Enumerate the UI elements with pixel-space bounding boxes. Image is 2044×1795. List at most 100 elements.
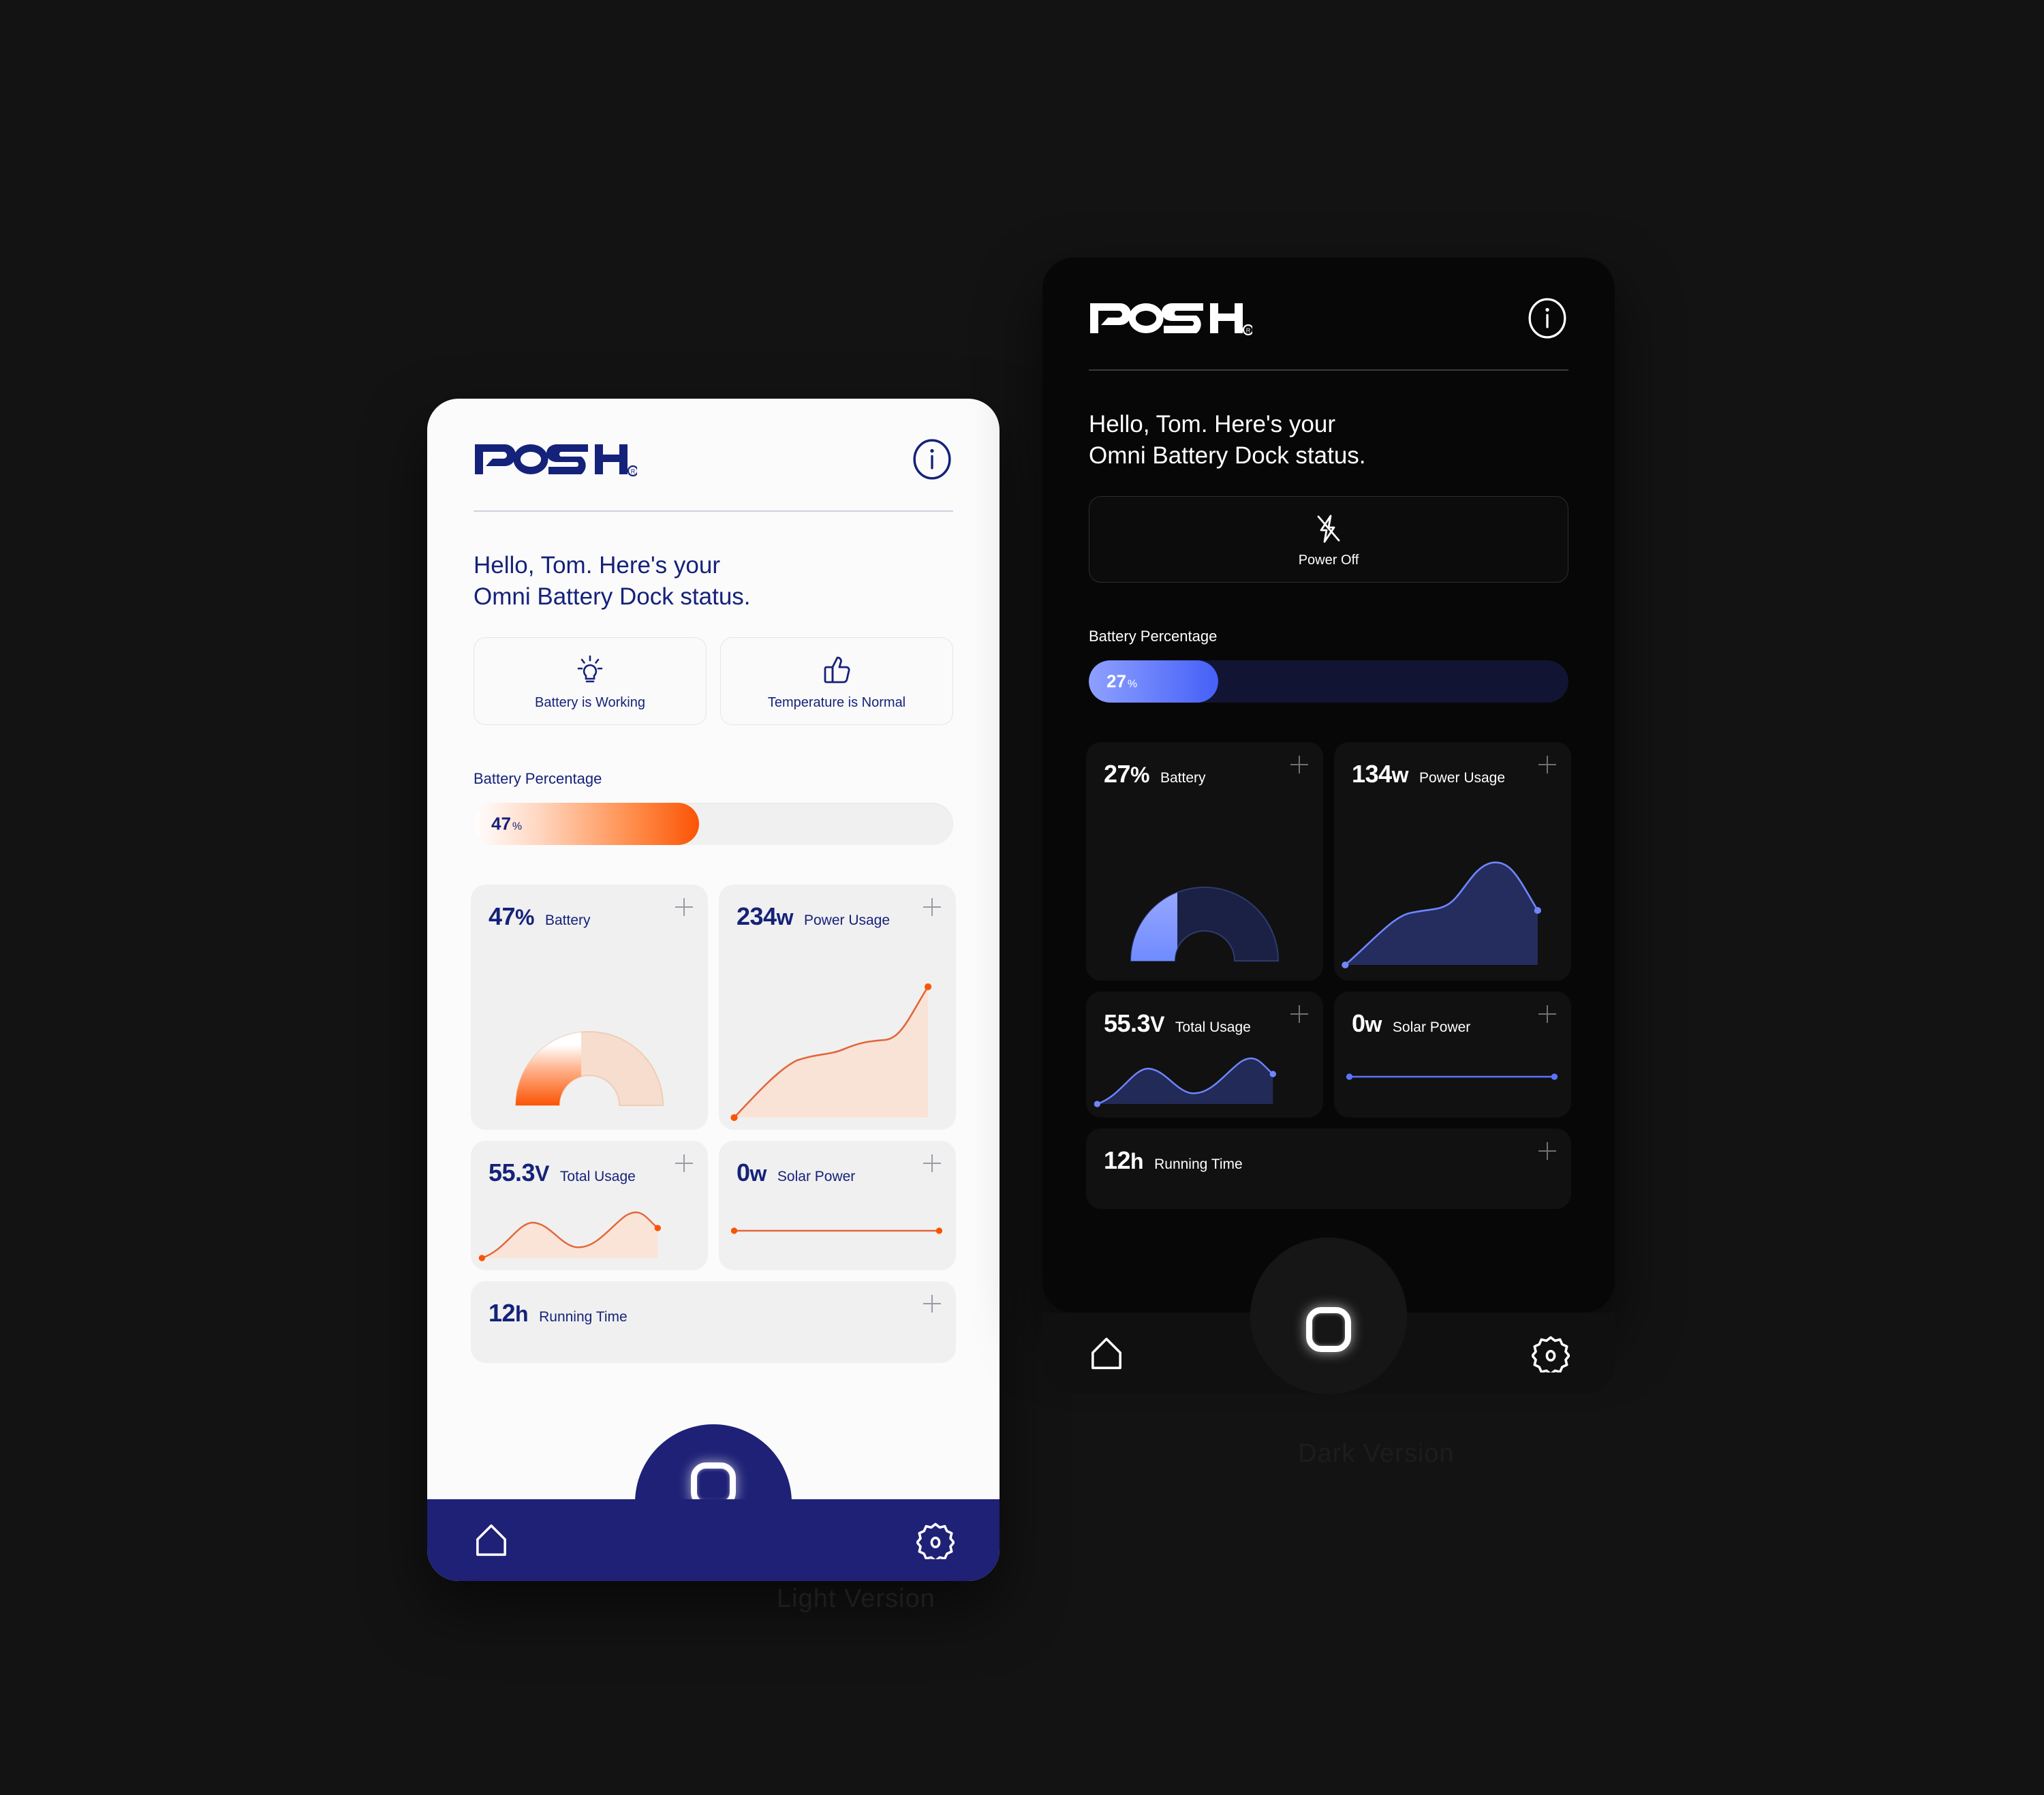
metric-card-solar-power[interactable]: 0w Solar Power [1334, 992, 1571, 1118]
battery-percentage-bar[interactable]: 47% [474, 803, 953, 846]
metric-card-row: 27% Battery 134w Power Usage [1086, 742, 1571, 981]
add-widget-button[interactable] [923, 898, 941, 917]
power-usage-area-chart [1342, 861, 1541, 969]
svg-text:R: R [631, 468, 636, 475]
status-chip-temperature-label: Temperature is Normal [767, 695, 906, 711]
add-widget-button[interactable] [923, 1295, 941, 1313]
metric-card-label: Power Usage [1419, 770, 1506, 786]
metric-card-header: 234w Power Usage [719, 885, 956, 931]
add-widget-button[interactable] [923, 1154, 941, 1173]
caption-dark-version: Dark Version [1298, 1439, 1455, 1468]
add-widget-button[interactable] [675, 1154, 693, 1173]
status-chip-temperature[interactable]: Temperature is Normal [720, 637, 953, 726]
canvas: R Hello, Tom. Here's your Omni Battery D… [0, 0, 2044, 1795]
metric-card-label: Power Usage [803, 912, 891, 929]
metric-card-header: 0w Solar Power [719, 1141, 956, 1187]
metric-card-value: 234w [737, 902, 793, 931]
bottom-nav-bar [427, 1499, 1000, 1581]
metric-card-label: Solar Power [1392, 1019, 1471, 1036]
header-divider [1089, 369, 1568, 371]
dark-nav-icons [1042, 1313, 1615, 1394]
metric-card-header: 27% Battery [1086, 742, 1323, 788]
metric-card-header: 55.3V Total Usage [1086, 992, 1323, 1038]
add-widget-button[interactable] [1290, 756, 1308, 774]
status-chip-battery[interactable]: Battery is Working [474, 637, 707, 726]
metric-card-value: 12h [1104, 1146, 1144, 1175]
thumbs-up-icon [824, 656, 850, 684]
add-widget-button[interactable] [1538, 1142, 1556, 1161]
greeting-text: Hello, Tom. Here's your Omni Battery Doc… [474, 552, 751, 611]
status-chip-row: Battery is Working Temperature is Normal [474, 637, 953, 726]
battery-percentage-value: 47% [491, 813, 523, 834]
dark-screen: R Hello, Tom. Here's your Omni Battery D… [1042, 258, 1615, 1313]
metric-card-label: Battery [1160, 770, 1206, 786]
gear-icon[interactable] [1532, 1334, 1570, 1372]
metric-card-label: Battery [545, 912, 591, 929]
home-icon[interactable] [1087, 1334, 1126, 1372]
total-usage-area-chart [478, 1212, 662, 1261]
info-icon[interactable] [911, 438, 953, 480]
metric-card-power-usage[interactable]: 234w Power Usage [719, 885, 956, 1131]
metric-card-running-time[interactable]: 12h Running Time [471, 1281, 956, 1364]
battery-percentage-value: 27% [1106, 671, 1138, 692]
metric-card-running-time[interactable]: 12h Running Time [1086, 1129, 1571, 1210]
gear-icon[interactable] [916, 1521, 955, 1559]
metric-card-label: Total Usage [559, 1169, 636, 1185]
battery-percentage-title: Battery Percentage [1089, 628, 1218, 645]
metric-card-value: 55.3V [1104, 1009, 1164, 1038]
power-usage-area-chart [730, 983, 932, 1122]
light-metric-cards: 47% Battery 234w Power Usage 55.3V Total… [471, 885, 956, 1364]
metric-card-battery[interactable]: 27% Battery [1086, 742, 1323, 981]
metric-card-value: 0w [1352, 1009, 1382, 1038]
metric-card-value: 134w [1352, 760, 1408, 788]
metric-card-total-usage[interactable]: 55.3V Total Usage [1086, 992, 1323, 1118]
battery-gauge-chart [1130, 887, 1280, 962]
dark-metric-cards: 27% Battery 134w Power Usage 55.3V Total… [1086, 742, 1571, 1210]
dark-bottom-nav-bar [1042, 1238, 1615, 1394]
power-off-button[interactable]: Power Off [1089, 496, 1568, 583]
metric-card-value: 0w [737, 1159, 766, 1187]
add-widget-button[interactable] [1538, 756, 1556, 774]
metric-card-label: Running Time [1154, 1156, 1243, 1173]
metric-card-row: 47% Battery 234w Power Usage [471, 885, 956, 1131]
metric-card-power-usage[interactable]: 134w Power Usage [1334, 742, 1571, 981]
add-widget-button[interactable] [1290, 1005, 1308, 1024]
caption-light-version: Light Version [777, 1584, 935, 1613]
metric-card-value: 55.3V [489, 1159, 549, 1187]
flash-off-icon [1317, 515, 1340, 543]
metric-card-header: 12h Running Time [1086, 1129, 1571, 1175]
metric-card-label: Running Time [539, 1309, 628, 1325]
total-usage-area-chart [1094, 1058, 1277, 1107]
light-app-header: R [427, 399, 1000, 480]
metric-card-header: 12h Running Time [471, 1281, 956, 1328]
metric-card-solar-power[interactable]: 0w Solar Power [719, 1141, 956, 1271]
metric-card-total-usage[interactable]: 55.3V Total Usage [471, 1141, 708, 1271]
posh-logo: R [1090, 303, 1252, 336]
greeting-text: Hello, Tom. Here's your Omni Battery Doc… [1089, 411, 1366, 470]
status-chip-battery-label: Battery is Working [535, 695, 645, 711]
metric-card-header: 0w Solar Power [1334, 992, 1571, 1038]
home-icon[interactable] [472, 1521, 510, 1559]
svg-text:R: R [1246, 327, 1251, 334]
posh-logo: R [475, 444, 637, 477]
battery-gauge-chart [515, 1031, 664, 1107]
battery-percentage-title: Battery Percentage [474, 770, 602, 788]
power-off-label: Power Off [1298, 553, 1359, 568]
header-divider [474, 510, 953, 512]
info-icon[interactable] [1526, 297, 1568, 339]
metric-card-label: Total Usage [1175, 1019, 1251, 1036]
add-widget-button[interactable] [675, 898, 693, 917]
metric-card-header: 47% Battery [471, 885, 708, 931]
solar-power-line-chart [1346, 1073, 1558, 1080]
metric-card-value: 27% [1104, 760, 1149, 788]
battery-percentage-bar[interactable]: 27% [1089, 660, 1568, 703]
dark-app-header: R [1042, 258, 1615, 339]
metric-card-header: 55.3V Total Usage [471, 1141, 708, 1187]
metric-card-battery[interactable]: 47% Battery [471, 885, 708, 1131]
add-widget-button[interactable] [1538, 1005, 1556, 1024]
metric-card-row: 12h Running Time [1086, 1129, 1571, 1210]
metric-card-row: 55.3V Total Usage 0w Solar Power [1086, 992, 1571, 1118]
solar-power-line-chart [730, 1227, 943, 1234]
metric-card-label: Solar Power [777, 1169, 856, 1185]
lightbulb-icon [577, 656, 603, 683]
